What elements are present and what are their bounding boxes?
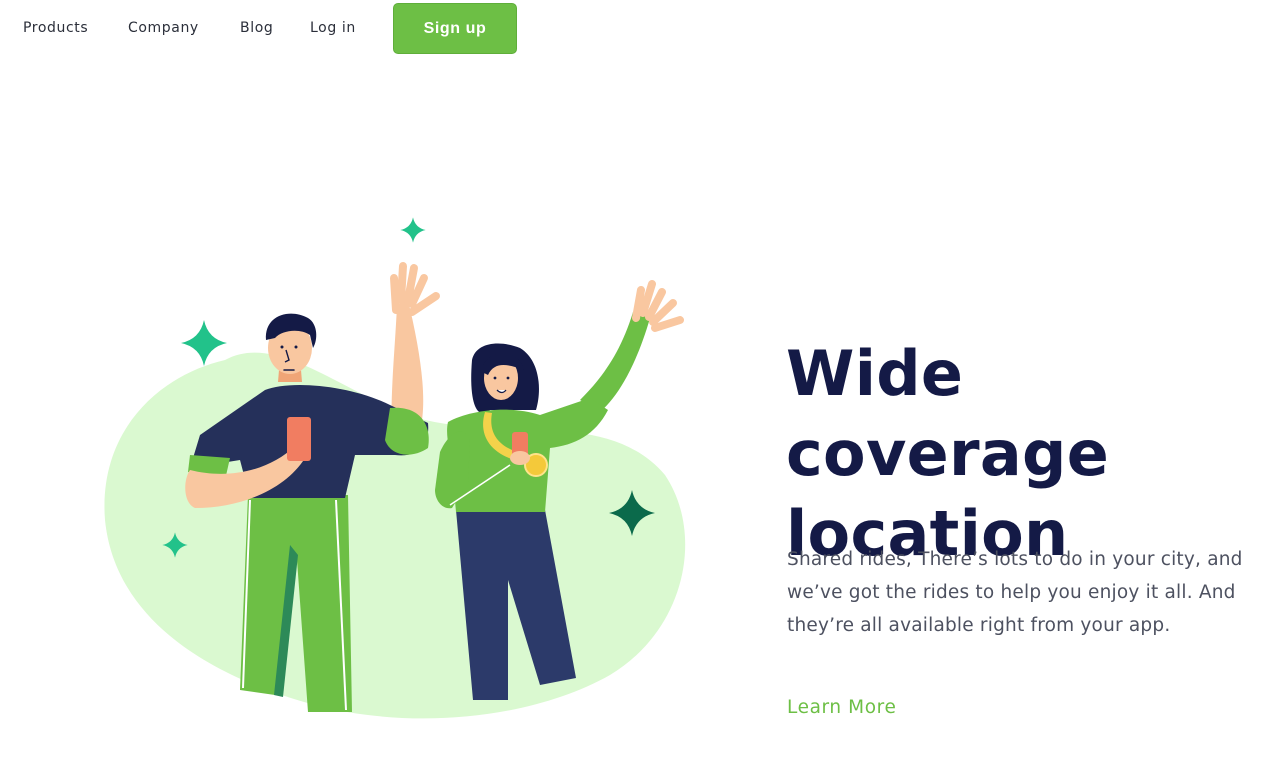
hero-illustration: [104, 217, 686, 719]
hero-headline: Wide coverage location: [786, 334, 1281, 574]
headline-line-1: Wide coverage: [786, 337, 1110, 490]
nav-blog-link[interactable]: Blog: [240, 20, 273, 36]
sign-up-button[interactable]: Sign up: [393, 3, 517, 54]
learn-more-link[interactable]: Learn More: [787, 697, 896, 718]
landing-page: Products Company Blog Log in Sign up Wid…: [0, 0, 1285, 776]
nav-login-link[interactable]: Log in: [310, 20, 356, 36]
nav-company-link[interactable]: Company: [128, 20, 199, 36]
sparkle-icon: [181, 320, 227, 366]
hero-description: Shared rides, There’s lots to do in your…: [787, 549, 1243, 636]
nav-products-link[interactable]: Products: [23, 20, 88, 36]
sparkle-icon: [400, 217, 426, 243]
top-nav: Products Company Blog Log in Sign up: [0, 0, 600, 58]
